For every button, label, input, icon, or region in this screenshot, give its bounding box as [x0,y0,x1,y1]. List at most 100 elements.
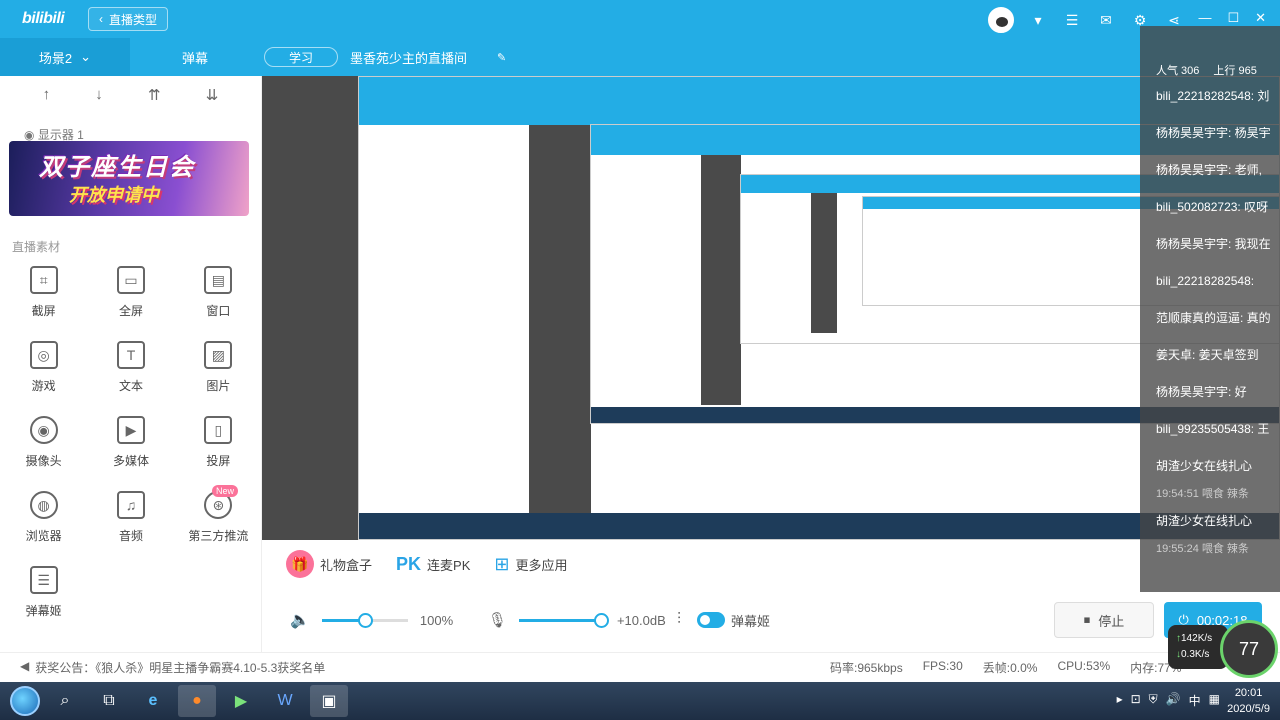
speaker-icon[interactable]: 🔈 [290,610,310,630]
pk-icon: PK [396,553,422,574]
volume-slider[interactable] [321,612,408,628]
danmu-toggle[interactable] [696,612,725,628]
memory-gauge[interactable]: 77 [1220,620,1278,678]
gamepad-icon: ◎ [29,341,58,369]
menu-icon[interactable]: ☰ [1062,10,1082,30]
audio-row: 🔈 100% 🎙 +10.0dB ⫶ 弹幕姬 [290,610,770,630]
volume-knob[interactable] [357,612,373,628]
task-view-icon[interactable]: ⧉ [90,685,128,717]
source-audio[interactable]: ♫ 音频 [87,491,174,544]
source-window[interactable]: ▤ 窗口 [175,266,262,319]
display-name: 显示器 1 [37,128,84,142]
fps: FPS:30 [922,659,963,673]
network-icon[interactable]: ⊡ [1131,692,1141,709]
move-top-icon[interactable]: ⇈ [148,86,161,104]
chat-message: 杨杨昊昊宇宇: 杨昊宇 [1156,126,1271,140]
shield-icon[interactable]: ⛨ [1149,692,1158,709]
live-app-window: bilibili ‹ 直播类型 ▾ ☰ ✉ ⚙ ⋖ — ☐ ✕ 场景2 ⌄ 弹幕… [0,0,1280,682]
source-label: 多媒体 [112,454,149,468]
source-label: 音频 [118,529,143,543]
source-browser[interactable]: ◍ 浏览器 [0,491,87,544]
mixer-icon[interactable]: ⫶ [677,611,681,629]
ime-indicator[interactable]: 中 [1189,692,1201,709]
keyboard-icon[interactable]: ▦ [1209,692,1220,709]
tray-arrow-icon[interactable]: ▸ [1117,692,1123,709]
mic-knob[interactable] [593,612,609,628]
close-icon[interactable]: ✕ [1255,10,1266,26]
apps-row: 🎁 礼物盒子 PK 连麦PK ⊞ 更多应用 [286,550,567,578]
tab-danmu[interactable]: 弹幕 [130,48,260,67]
edit-title-icon[interactable]: ✎ [497,51,506,64]
volume-tray-icon[interactable]: 🔊 [1166,692,1181,709]
download-speed: ↓0.3K/s [1176,647,1220,663]
source-label: 浏览器 [25,529,62,543]
source-text[interactable]: T 文本 [87,341,174,394]
top-bar: bilibili ‹ 直播类型 ▾ ☰ ✉ ⚙ ⋖ — ☐ ✕ [0,0,1280,38]
chevron-down-icon[interactable]: ▾ [1028,10,1048,30]
source-third-party-stream[interactable]: New ⊛ 第三方推流 [175,485,262,544]
source-label: 截屏 [31,304,56,318]
clock[interactable]: 20:01 2020/5/9 [1227,685,1270,717]
start-button[interactable] [10,686,40,716]
search-icon[interactable]: ⌕ [46,685,84,717]
chevron-left-icon: ‹ [99,12,103,26]
music-note-icon: ♫ [116,491,145,519]
chevron-down-icon: ⌄ [80,49,92,64]
source-danmu-widget[interactable]: ☰ 弹幕姬 [0,566,87,619]
mic-slider[interactable] [518,612,609,628]
chat-message: bili_99235505438: 王 [1156,422,1270,436]
chat-message: 杨杨昊昊宇宇: 老师, [1156,163,1263,177]
more-apps-button[interactable]: ⊞ 更多应用 [494,554,567,575]
source-cast[interactable]: ▯ 投屏 [175,416,262,469]
source-screenshot[interactable]: ⌗ 截屏 [0,266,87,319]
minimize-icon[interactable]: — [1198,10,1211,26]
media-player-icon[interactable]: ▶ [222,685,260,717]
room-title: 墨香苑少主的直播间 [350,50,468,66]
mail-icon[interactable]: ✉ [1096,10,1116,30]
scene-selector[interactable]: 场景2 ⌄ [0,38,130,76]
microphone-icon[interactable]: 🎙 [488,611,507,629]
move-bottom-icon[interactable]: ⇊ [206,86,219,104]
source-game[interactable]: ◎ 游戏 [0,341,87,394]
source-label: 游戏 [31,379,56,393]
area-tag[interactable]: 学习 [264,47,338,67]
source-media[interactable]: ▶ 多媒体 [87,416,174,469]
image-icon: ▨ [204,341,233,369]
pk-button[interactable]: PK 连麦PK [396,554,470,575]
stop-button[interactable]: ⏹ 停止 [1054,602,1154,638]
move-up-icon[interactable]: ↑ [43,86,51,104]
chat-message: bili_22218282548: [1156,274,1255,288]
move-down-icon[interactable]: ↓ [95,86,103,104]
gift-icon: 🎁 [286,550,314,578]
back-to-live-type-button[interactable]: ‹ 直播类型 [88,7,169,31]
media-file-icon: ▶ [116,416,145,444]
mic-value: +10.0dB [616,612,666,628]
firefox-icon[interactable]: ● [178,685,216,717]
frame-drop: 丢帧:0.0% [982,661,1038,675]
source-fullscreen[interactable]: ▭ 全屏 [87,266,174,319]
avatar[interactable] [988,7,1014,33]
word-icon[interactable]: W [266,685,304,717]
chat-message: 范顺康真的逗逼: 真的 [1156,311,1271,325]
source-panel: ↑ ↓ ⇈ ⇊ ◉ 显示器 1 双子座生日会 开放申请中 直播素材 ⌗ 截屏 ▭ 全… [0,76,262,652]
ie-icon[interactable]: e [134,685,172,717]
danmu-toggle-label: 弹幕姬 [730,613,770,629]
clock-date: 2020/5/9 [1227,703,1270,715]
event-banner[interactable]: 双子座生日会 开放申请中 [9,141,249,216]
live-app-icon[interactable]: ▣ [310,685,348,717]
source-label: 投屏 [206,454,231,468]
chat-message: 杨杨昊昊宇宇: 我现在 [1156,237,1271,251]
chat-bubble-icon: ☰ [29,566,58,594]
stream-preview[interactable] [262,76,1280,540]
maximize-icon[interactable]: ☐ [1227,10,1239,26]
grid-icon: ⊞ [494,553,510,574]
announcement[interactable]: ◀ 获奖公告：《狼人杀》明星主播争霸赛4.10-5.3获奖名单 [20,659,325,676]
source-image[interactable]: ▨ 图片 [175,341,262,394]
crop-icon: ⌗ [29,266,58,294]
cpu-usage: CPU:53% [1057,659,1111,673]
gift-box-button[interactable]: 🎁 礼物盒子 [286,550,372,578]
source-camera[interactable]: ◉ 摄像头 [0,416,87,469]
new-badge: New [211,485,238,497]
announcement-text: 获奖公告：《狼人杀》明星主播争霸赛4.10-5.3获奖名单 [35,661,326,675]
eye-icon[interactable]: ◉ [24,128,34,142]
